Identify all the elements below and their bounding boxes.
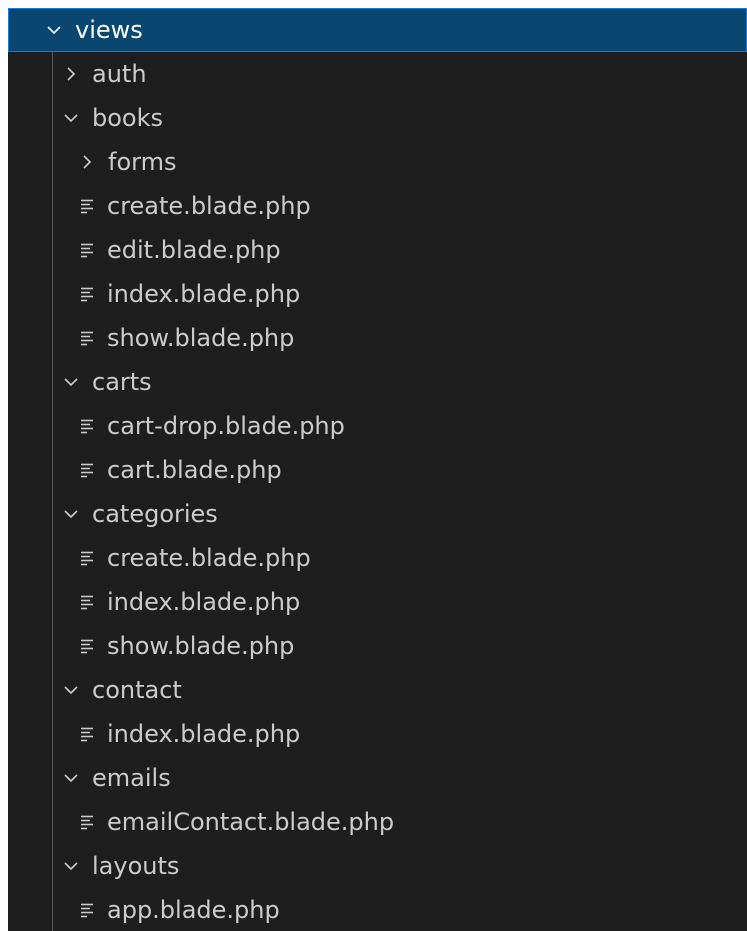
tree-folder-item[interactable]: categories bbox=[8, 492, 747, 536]
file-label: show.blade.php bbox=[107, 324, 295, 352]
file-lines-icon bbox=[72, 807, 102, 837]
folder-label: auth bbox=[92, 60, 147, 88]
chevron-down-icon[interactable] bbox=[56, 675, 86, 705]
file-label: create.blade.php bbox=[107, 192, 311, 220]
tree-file-item[interactable]: edit.blade.php bbox=[8, 228, 747, 272]
file-lines-icon bbox=[72, 411, 102, 441]
folder-label: carts bbox=[92, 368, 152, 396]
tree-folder-item[interactable]: contact bbox=[8, 668, 747, 712]
tree-folder-item[interactable]: carts bbox=[8, 360, 747, 404]
file-lines-icon bbox=[72, 235, 102, 265]
folder-label: forms bbox=[108, 148, 177, 176]
folder-label: contact bbox=[92, 676, 182, 704]
tree-folder-item[interactable]: emails bbox=[8, 756, 747, 800]
file-lines-icon bbox=[72, 587, 102, 617]
chevron-down-icon[interactable] bbox=[56, 103, 86, 133]
tree-folder-item[interactable]: auth bbox=[8, 52, 747, 96]
tree-items: auth books forms create.blade.php edit.blade… bbox=[8, 52, 747, 931]
tree-file-item[interactable]: index.blade.php bbox=[8, 712, 747, 756]
chevron-down-icon[interactable] bbox=[56, 367, 86, 397]
tree-folder-item[interactable]: books bbox=[8, 96, 747, 140]
file-lines-icon bbox=[72, 323, 102, 353]
file-label: edit.blade.php bbox=[107, 236, 281, 264]
file-lines-icon bbox=[72, 895, 102, 925]
file-label: show.blade.php bbox=[107, 632, 295, 660]
file-lines-icon bbox=[72, 455, 102, 485]
tree-file-item[interactable]: app.blade.php bbox=[8, 888, 747, 931]
file-lines-icon bbox=[72, 543, 102, 573]
folder-label: categories bbox=[92, 500, 218, 528]
tree-file-item[interactable]: emailContact.blade.php bbox=[8, 800, 747, 844]
file-lines-icon bbox=[72, 631, 102, 661]
file-label: cart-drop.blade.php bbox=[107, 412, 345, 440]
folder-label: emails bbox=[92, 764, 171, 792]
tree-file-item[interactable]: create.blade.php bbox=[8, 184, 747, 228]
file-label: cart.blade.php bbox=[107, 456, 282, 484]
chevron-right-icon[interactable] bbox=[56, 59, 86, 89]
file-label: create.blade.php bbox=[107, 544, 311, 572]
file-label: index.blade.php bbox=[107, 280, 301, 308]
tree-file-item[interactable]: index.blade.php bbox=[8, 272, 747, 316]
tree-file-item[interactable]: cart-drop.blade.php bbox=[8, 404, 747, 448]
tree-folder-views[interactable]: views bbox=[8, 8, 747, 52]
chevron-down-icon[interactable] bbox=[56, 499, 86, 529]
file-label: index.blade.php bbox=[107, 720, 301, 748]
chevron-down-icon[interactable] bbox=[56, 851, 86, 881]
tree-file-item[interactable]: show.blade.php bbox=[8, 316, 747, 360]
file-lines-icon bbox=[72, 279, 102, 309]
file-explorer-tree: views auth books forms create.blade.php edit… bbox=[8, 8, 747, 931]
tree-file-item[interactable]: index.blade.php bbox=[8, 580, 747, 624]
file-label: emailContact.blade.php bbox=[107, 808, 395, 836]
tree-file-item[interactable]: show.blade.php bbox=[8, 624, 747, 668]
tree-file-item[interactable]: create.blade.php bbox=[8, 536, 747, 580]
chevron-down-icon[interactable] bbox=[56, 763, 86, 793]
tree-file-item[interactable]: cart.blade.php bbox=[8, 448, 747, 492]
folder-label: views bbox=[75, 16, 143, 44]
tree-folder-item[interactable]: forms bbox=[8, 140, 747, 184]
chevron-right-icon[interactable] bbox=[72, 147, 102, 177]
tree-folder-item[interactable]: layouts bbox=[8, 844, 747, 888]
folder-label: layouts bbox=[92, 852, 180, 880]
file-label: app.blade.php bbox=[107, 896, 280, 924]
chevron-down-icon[interactable] bbox=[39, 15, 69, 45]
file-lines-icon bbox=[72, 191, 102, 221]
file-label: index.blade.php bbox=[107, 588, 301, 616]
folder-label: books bbox=[92, 104, 164, 132]
file-lines-icon bbox=[72, 719, 102, 749]
